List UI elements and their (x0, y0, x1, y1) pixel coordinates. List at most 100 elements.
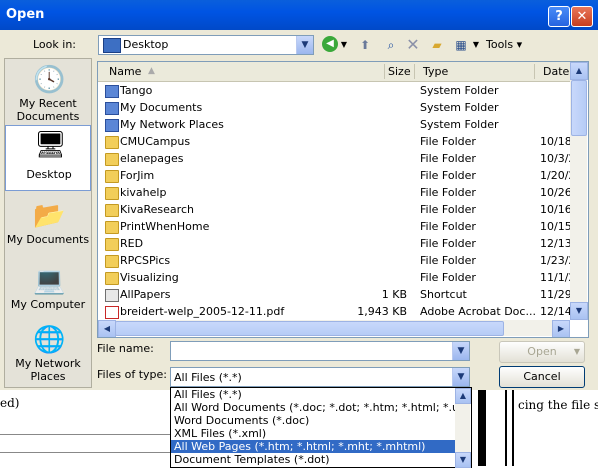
column-date-header[interactable]: Date (543, 65, 569, 78)
open-label: Open (527, 345, 557, 358)
recent-documents-icon: 🕓 (33, 65, 66, 95)
filetype-label: Files of type: (97, 368, 168, 381)
place-my-network-places[interactable]: 🌐 My Network Places (5, 321, 91, 385)
file-name: RPCSPics (120, 254, 171, 267)
close-button[interactable]: ✕ (571, 6, 593, 27)
file-row[interactable]: kivahelp File Folder 10/26, (98, 184, 575, 201)
file-list[interactable]: Name ▲ Size Type Date Tango System Folder… (97, 61, 589, 338)
filetype-option[interactable]: Word Documents (*.doc) (171, 414, 457, 427)
place-my-recent-documents[interactable]: 🕓 My Recent Documents (5, 61, 91, 125)
filetype-option[interactable]: All Files (*.*) (171, 388, 457, 401)
new-folder-button[interactable]: ▰ (428, 36, 446, 54)
file-row[interactable]: ForJim File Folder 1/20/2 (98, 167, 575, 184)
help-button[interactable]: ? (548, 6, 570, 27)
filetype-option[interactable]: All Web Pages (*.htm; *.html; *.mht; *.m… (171, 440, 457, 453)
filetype-option[interactable]: XML Files (*.xml) (171, 427, 457, 440)
place-my-documents[interactable]: 📂 My Documents (5, 197, 91, 261)
search-web-button[interactable]: ⌕ (382, 36, 400, 54)
column-type-header[interactable]: Type (423, 65, 448, 78)
scroll-left-button[interactable]: ◀ (98, 320, 116, 337)
file-type: File Folder (420, 169, 476, 182)
scroll-thumb[interactable] (115, 321, 504, 336)
chevron-down-icon[interactable]: ▼ (452, 368, 469, 386)
file-type: File Folder (420, 186, 476, 199)
scroll-down-button[interactable]: ▼ (570, 302, 588, 320)
lookin-dropdown[interactable]: Desktop ▼ (98, 35, 314, 55)
chevron-down-icon[interactable]: ▼ (296, 36, 313, 54)
column-separator[interactable] (534, 64, 535, 79)
filetype-dropdown-list[interactable]: All Files (*.*) All Word Documents (*.doc… (170, 387, 472, 468)
filetype-option[interactable]: Document Templates (*.dot) (171, 453, 457, 466)
place-label: Desktop (26, 168, 72, 181)
file-row[interactable]: PrintWhenHome File Folder 10/15, (98, 218, 575, 235)
my-computer-icon: 💻 (33, 266, 66, 296)
dropdown-scrollbar[interactable]: ▲ ▼ (455, 388, 471, 468)
file-type: File Folder (420, 135, 476, 148)
desktop-icon (103, 38, 121, 53)
file-row[interactable]: KivaResearch File Folder 10/16, (98, 201, 575, 218)
place-label: My Network Places (15, 357, 81, 383)
chevron-down-icon[interactable]: ▼ (452, 342, 469, 360)
column-separator[interactable] (384, 64, 385, 79)
folder-icon (105, 272, 119, 285)
file-type: File Folder (420, 237, 476, 250)
chevron-down-icon[interactable]: ▼ (574, 342, 580, 362)
column-separator[interactable] (414, 64, 415, 79)
scroll-up-button[interactable]: ▲ (570, 62, 588, 80)
lookin-value: Desktop (123, 38, 169, 51)
file-type: Shortcut (420, 288, 467, 301)
title-bar[interactable]: Open ? ✕ (0, 0, 598, 30)
file-row[interactable]: RPCSPics File Folder 1/23/2 (98, 252, 575, 269)
back-button[interactable]: ◀ (322, 36, 338, 52)
file-name: My Network Places (120, 118, 224, 131)
place-my-computer[interactable]: 💻 My Computer (5, 262, 91, 326)
up-one-level-button[interactable]: ⬆ (356, 36, 374, 54)
background-text-left: ed) (0, 396, 20, 410)
open-button[interactable]: Open ▼ (499, 341, 585, 363)
filename-input[interactable]: ▼ (170, 341, 470, 361)
column-name-header[interactable]: Name (109, 65, 141, 78)
file-row[interactable]: breidert-welp_2005-12-11.pdf 1,943 KB Adob… (98, 303, 575, 320)
delete-button[interactable]: ✕ (404, 36, 422, 54)
scroll-thumb[interactable] (571, 80, 587, 136)
file-row[interactable]: elanepages File Folder 10/3/2 (98, 150, 575, 167)
horizontal-scrollbar[interactable]: ◀ ▶ (98, 320, 570, 337)
desktop-icon: 🖥 (34, 130, 68, 160)
views-dropdown[interactable]: ▼ (472, 36, 480, 54)
place-label: My Documents (6, 233, 90, 246)
file-row[interactable]: Tango System Folder (98, 82, 570, 99)
filetype-option[interactable]: All Word Documents (*.doc; *.dot; *.htm;… (171, 401, 457, 414)
place-desktop[interactable]: 🖥 Desktop (5, 125, 91, 191)
cancel-button[interactable]: Cancel (499, 366, 585, 388)
background-rule (505, 388, 507, 466)
file-row[interactable]: CMUCampus File Folder 10/18, (98, 133, 575, 150)
column-size-header[interactable]: Size (388, 65, 411, 78)
scroll-right-button[interactable]: ▶ (552, 320, 570, 337)
close-icon: ✕ (576, 9, 588, 24)
file-type: System Folder (420, 84, 499, 97)
back-history-dropdown[interactable]: ▼ (340, 36, 348, 54)
column-header: Name ▲ Size Type Date (98, 62, 570, 82)
tools-label: Tools (486, 38, 514, 51)
file-name: kivahelp (120, 186, 167, 199)
up-folder-icon: ⬆ (359, 38, 371, 52)
back-arrow-icon: ◀ (326, 38, 334, 49)
help-icon: ? (555, 9, 563, 24)
file-row[interactable]: AllPapers 1 KB Shortcut 11/29, (98, 286, 575, 303)
folder-icon (105, 153, 119, 166)
file-type: File Folder (420, 220, 476, 233)
filetype-select[interactable]: All Files (*.*) ▼ (170, 367, 470, 387)
tools-menu[interactable]: Tools ▾ (486, 36, 526, 54)
pdf-icon (105, 306, 119, 319)
sort-ascending-icon: ▲ (148, 66, 155, 76)
file-type: File Folder (420, 203, 476, 216)
file-row[interactable]: Visualizing File Folder 11/1/2 (98, 269, 575, 286)
views-button[interactable]: ▦ (452, 36, 470, 54)
file-row[interactable]: RED File Folder 12/13, (98, 235, 575, 252)
file-row[interactable]: My Network Places System Folder (98, 116, 570, 133)
place-label: My Computer (10, 298, 86, 311)
file-name: Tango (120, 84, 153, 97)
vertical-scrollbar[interactable]: ▲ ▼ (570, 62, 588, 320)
scroll-up-button[interactable]: ▲ (455, 388, 471, 404)
file-row[interactable]: My Documents System Folder (98, 99, 570, 116)
